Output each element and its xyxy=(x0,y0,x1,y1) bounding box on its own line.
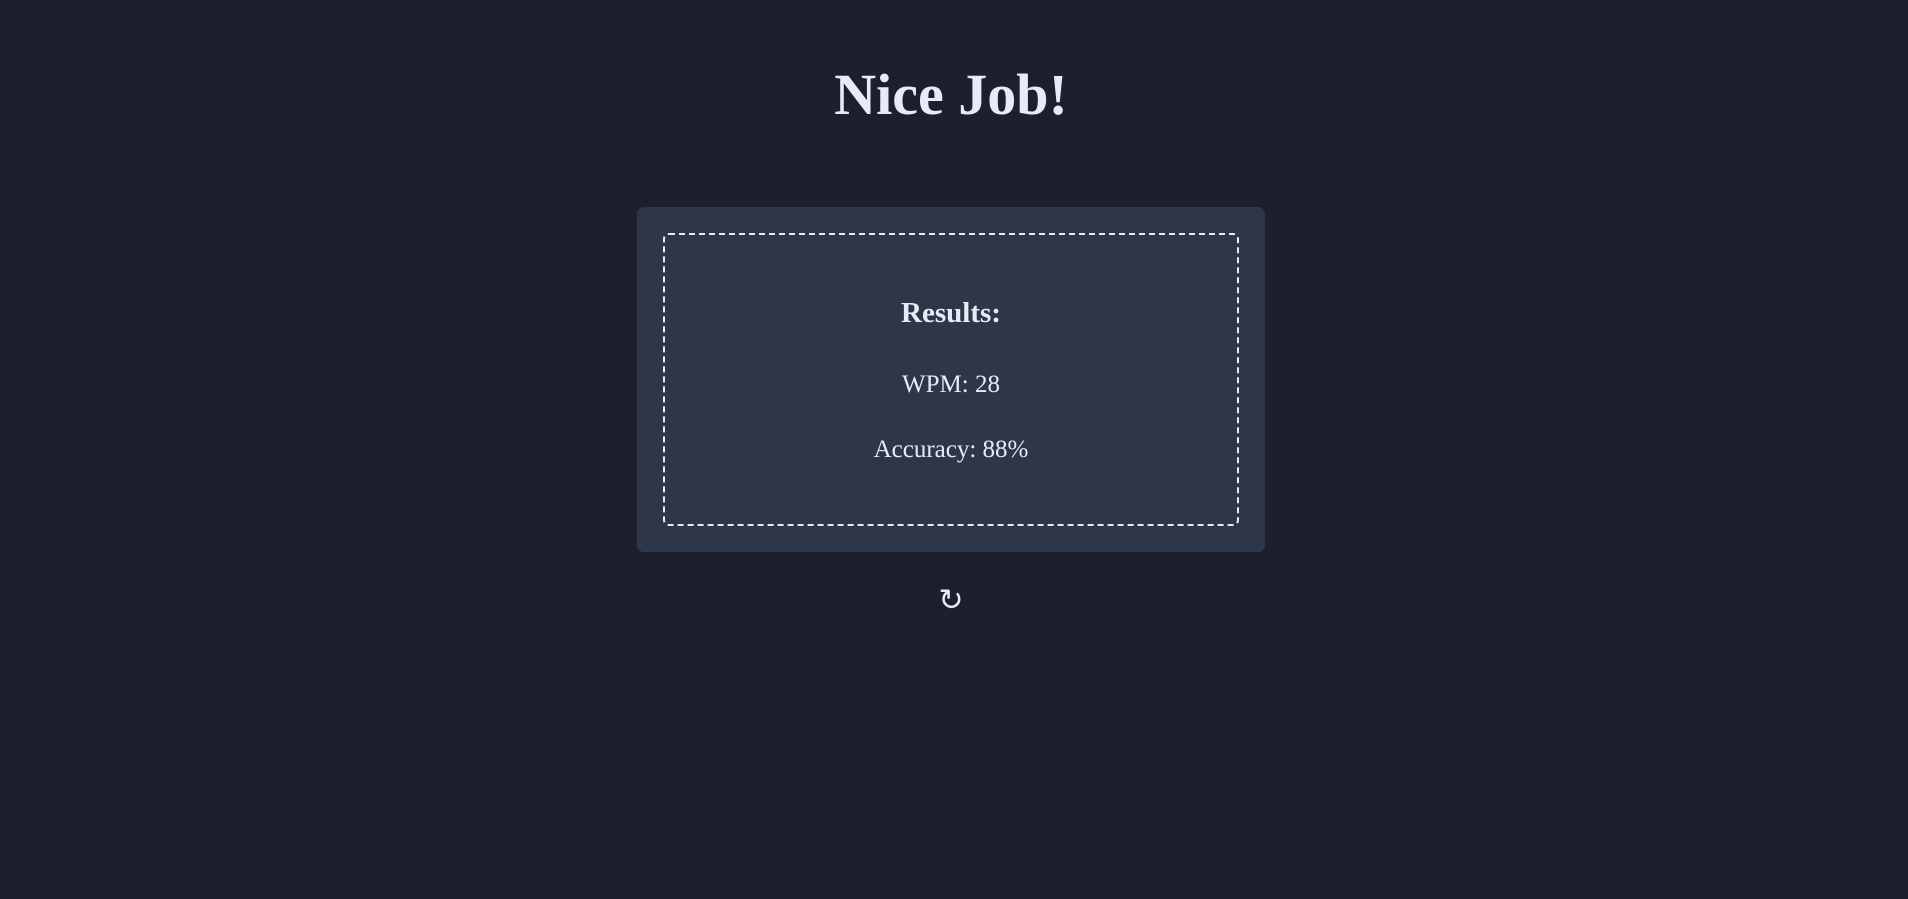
restart-button[interactable]: ↻ xyxy=(926,579,976,623)
results-panel: Results: WPM: 28 Accuracy: 88% xyxy=(663,233,1239,526)
restart-icon: ↻ xyxy=(938,583,964,618)
results-heading: Results: xyxy=(901,297,1001,329)
results-card: Results: WPM: 28 Accuracy: 88% xyxy=(637,207,1265,552)
accuracy-stat: Accuracy: 88% xyxy=(873,436,1029,463)
wpm-stat: WPM: 28 xyxy=(902,371,1000,398)
page-title: Nice Job! xyxy=(834,62,1068,127)
